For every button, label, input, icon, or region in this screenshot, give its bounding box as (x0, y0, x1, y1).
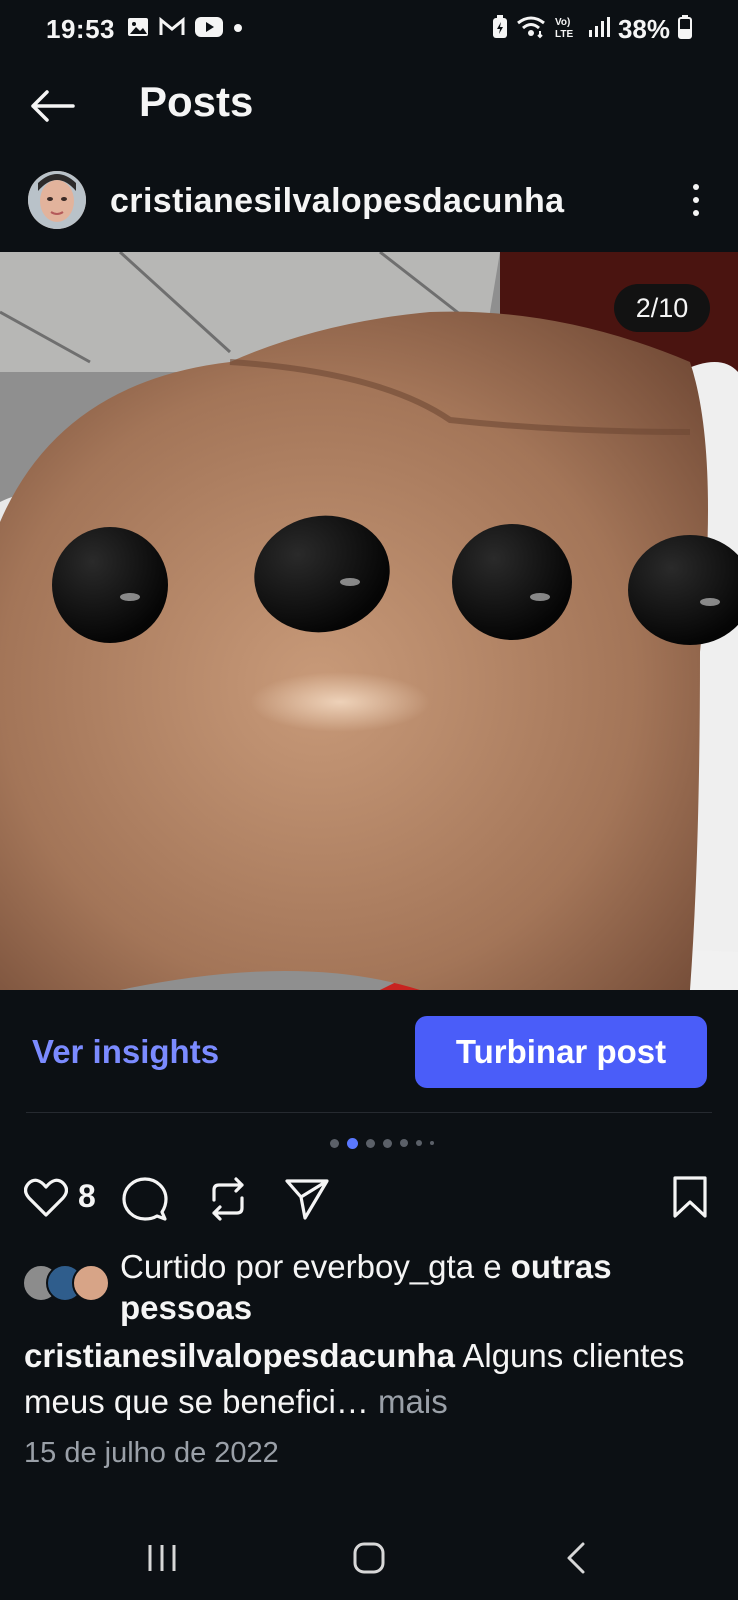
post-header: cristianesilvalopesdacunha (0, 168, 738, 236)
system-navigation-bar (0, 1515, 738, 1600)
carousel-dot (366, 1138, 375, 1148)
back-arrow-icon (31, 90, 75, 122)
carousel-dot (430, 1141, 434, 1145)
divider (26, 1112, 712, 1113)
carousel-dot (383, 1138, 392, 1148)
recent-apps-icon (148, 1545, 176, 1571)
carousel-dot (416, 1140, 422, 1146)
back-button[interactable] (28, 86, 76, 126)
battery-saver-icon (492, 14, 508, 44)
carousel-dot (347, 1137, 358, 1149)
carousel-counter: 2/10 (614, 284, 710, 332)
gallery-icon (127, 16, 149, 43)
page-title: Posts (139, 78, 254, 125)
carousel-dot (330, 1138, 339, 1148)
home-icon (353, 1542, 385, 1574)
hot-stone-massage-photo (0, 252, 738, 990)
post-image[interactable] (0, 252, 738, 990)
post-date: 15 de julho de 2022 (24, 1437, 279, 1469)
avatar (72, 1264, 110, 1302)
youtube-icon (195, 16, 223, 42)
avatar[interactable] (28, 171, 86, 229)
repost-button[interactable] (203, 1174, 253, 1224)
like-button[interactable] (22, 1174, 70, 1222)
status-time: 19:53 (46, 13, 115, 44)
like-count[interactable]: 8 (78, 1178, 96, 1215)
system-icons: Vo) LTE 38% (492, 14, 692, 45)
signal-icon (588, 16, 610, 43)
post-caption: cristianesilvalopesdacunha Alguns client… (24, 1333, 704, 1425)
top-app-bar: Posts (0, 66, 738, 146)
dot-icon (233, 20, 243, 38)
notification-icons (127, 16, 243, 43)
more-dot-icon (693, 210, 699, 216)
chevron-left-icon (567, 1542, 585, 1574)
bookmark-icon (673, 1176, 707, 1218)
home-button[interactable] (339, 1533, 399, 1583)
post-username[interactable]: cristianesilvalopesdacunha (110, 182, 564, 221)
send-icon (285, 1179, 329, 1220)
repost-icon (212, 1177, 244, 1221)
liked-by-text: Curtido por everboy_gta e outras pessoas (120, 1246, 720, 1328)
caption-username[interactable]: cristianesilvalopesdacunha (24, 1337, 455, 1374)
svg-text:LTE: LTE (555, 29, 573, 39)
comment-icon (122, 1177, 168, 1221)
gmail-icon (159, 16, 185, 43)
carousel-dot (400, 1139, 408, 1147)
battery-icon (678, 14, 692, 44)
comment-button[interactable] (120, 1174, 170, 1224)
more-options-button[interactable] (676, 178, 716, 222)
status-bar: 19:53 Vo) LTE 38% (0, 0, 738, 58)
liked-by-prefix: Curtido por (120, 1248, 293, 1285)
view-insights-link[interactable]: Ver insights (32, 1033, 219, 1071)
back-nav-button[interactable] (546, 1533, 606, 1583)
more-dot-icon (693, 197, 699, 203)
share-button[interactable] (282, 1174, 332, 1224)
recent-apps-button[interactable] (132, 1533, 192, 1583)
battery-percentage: 38% (617, 13, 670, 44)
svg-text:Vo): Vo) (555, 17, 570, 28)
save-button[interactable] (668, 1172, 712, 1222)
wifi-icon (516, 15, 546, 44)
heart-icon (24, 1178, 68, 1217)
liked-by-conjunction: e (474, 1248, 511, 1285)
liker-avatars (22, 1264, 112, 1304)
boost-post-button[interactable]: Turbinar post (415, 1016, 707, 1088)
carousel-indicator (330, 1137, 434, 1149)
more-dot-icon (693, 184, 699, 190)
volte-icon: Vo) LTE (554, 15, 580, 44)
caption-more-link[interactable]: mais (378, 1383, 448, 1420)
liked-by-user[interactable]: everboy_gta (292, 1248, 474, 1285)
